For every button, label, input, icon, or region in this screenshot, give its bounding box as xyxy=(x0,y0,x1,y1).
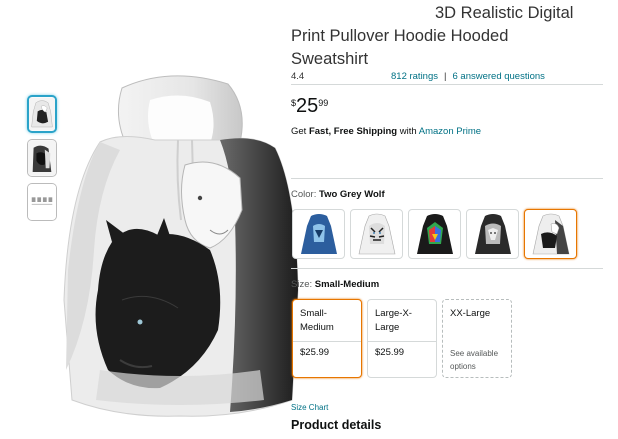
colorful-wolf-hoodie-icon xyxy=(416,214,453,254)
color-swatch-5[interactable] xyxy=(524,209,577,259)
size-option-name: Large-X- Large xyxy=(375,307,432,335)
color-swatch-2[interactable] xyxy=(350,209,403,259)
size-label-text: Size: xyxy=(291,279,315,290)
rating-value: 4.4 xyxy=(291,71,305,82)
size-option-name: XX-Large xyxy=(450,307,507,321)
white-tiger-hoodie-icon xyxy=(358,213,395,255)
price: $2599 xyxy=(291,95,328,118)
two-grey-wolf-hoodie-icon xyxy=(532,213,569,255)
price-fraction: 99 xyxy=(318,98,329,108)
divider xyxy=(291,268,603,269)
size-chart-thumb-icon xyxy=(28,184,56,220)
thumbnail-3[interactable] xyxy=(27,183,57,221)
shipping-bold: Fast, Free Shipping xyxy=(308,126,398,137)
product-details-heading: Product details xyxy=(291,418,382,432)
size-name-line-1: Large-X- xyxy=(375,308,412,319)
thumbnail-list xyxy=(27,95,59,227)
size-option-name: Small- Medium xyxy=(300,307,357,335)
shipping-info: Get Fast, Free Shipping with Amazon Prim… xyxy=(291,126,481,137)
blue-wolf-hoodie-icon xyxy=(300,214,337,254)
color-selected-value: Two Grey Wolf xyxy=(318,189,385,200)
size-option-price: $25.99 xyxy=(300,347,330,358)
size-chart-link[interactable]: Size Chart xyxy=(291,403,328,412)
price-whole: 25 xyxy=(296,95,319,117)
wolf-hoodie-front-icon xyxy=(29,97,55,131)
product-title-line-3: Sweatshirt xyxy=(291,50,369,68)
size-option-availability: See available options xyxy=(450,347,507,373)
price-symbol: $ xyxy=(291,98,297,108)
thumbnail-1[interactable] xyxy=(27,95,57,133)
rating-separator: | xyxy=(444,71,447,82)
size-name-line-1: XX-Large xyxy=(450,308,491,319)
shipping-prefix: Get xyxy=(291,126,309,137)
size-option-divider xyxy=(368,341,436,342)
shipping-middle: with xyxy=(397,126,419,137)
size-option-small-medium[interactable]: Small- Medium $25.99 xyxy=(292,299,362,378)
divider xyxy=(291,178,603,179)
product-title-line-1: 3D Realistic Digital xyxy=(435,4,574,22)
color-label-text: Color: xyxy=(291,189,319,200)
size-option-large-x-large[interactable]: Large-X- Large $25.99 xyxy=(367,299,437,378)
size-option-divider xyxy=(293,341,361,342)
thumbnail-2[interactable] xyxy=(27,139,57,177)
size-name-line-1: Small- xyxy=(300,308,327,319)
size-name-line-2: Large xyxy=(375,322,400,333)
main-product-image[interactable] xyxy=(60,70,300,430)
wolf-hoodie-side-icon xyxy=(28,140,56,176)
size-label: Size: Small-Medium xyxy=(291,279,379,290)
size-options: Small- Medium $25.99 Large-X- Large $25.… xyxy=(292,299,512,378)
grey-wolf-hoodie-icon xyxy=(474,214,511,254)
size-name-line-2: Medium xyxy=(300,322,334,333)
size-option-xx-large[interactable]: XX-Large See available options xyxy=(442,299,512,378)
rating-row: 4.4 812 ratings | 6 answered questions xyxy=(291,71,603,82)
divider xyxy=(291,84,603,85)
ratings-count-link[interactable]: 812 ratings xyxy=(391,71,438,82)
amazon-prime-link[interactable]: Amazon Prime xyxy=(419,126,481,137)
two-grey-wolf-hoodie-image xyxy=(63,75,299,417)
size-option-price: $25.99 xyxy=(375,347,405,358)
color-swatch-1[interactable] xyxy=(292,209,345,259)
color-swatch-4[interactable] xyxy=(466,209,519,259)
availability-line-2: options xyxy=(450,362,476,371)
answered-questions-link[interactable]: 6 answered questions xyxy=(452,71,544,82)
color-label: Color: Two Grey Wolf xyxy=(291,189,385,200)
product-title: 3D Realistic Digital Print Pullover Hood… xyxy=(291,2,611,71)
availability-line-1: See available xyxy=(450,349,499,358)
product-title-line-2: Print Pullover Hoodie Hooded xyxy=(291,27,509,45)
size-selected-value: Small-Medium xyxy=(314,279,380,290)
color-swatch-3[interactable] xyxy=(408,209,461,259)
color-swatches xyxy=(292,209,577,259)
